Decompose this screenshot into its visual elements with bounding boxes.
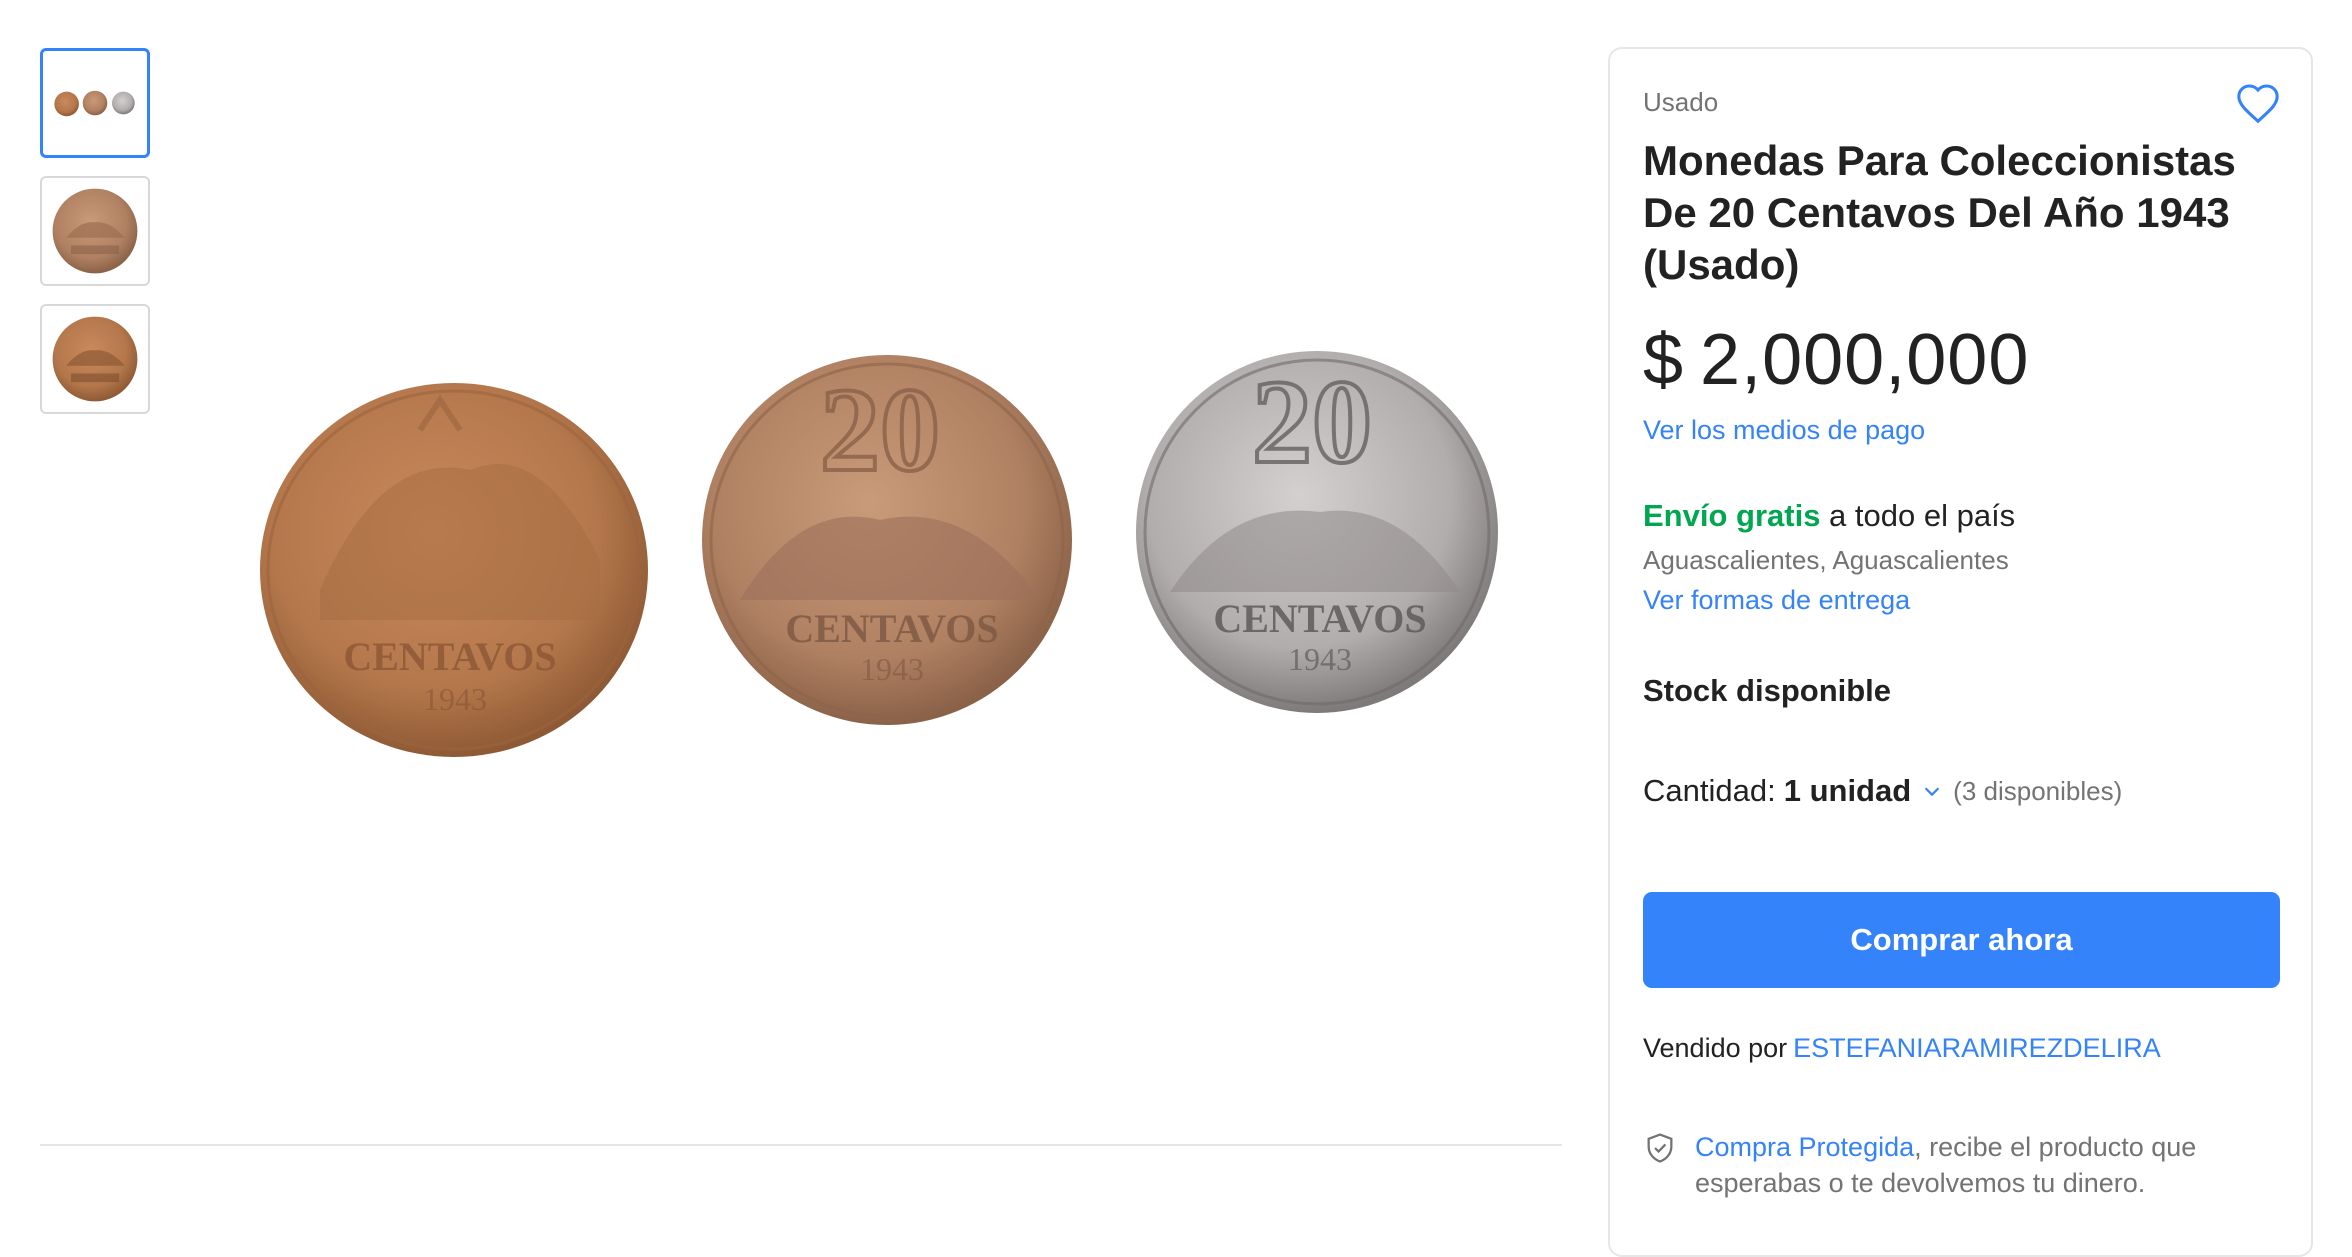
price-currency: $: [1643, 320, 1685, 400]
gallery-divider: [40, 1144, 1562, 1146]
buy-now-button[interactable]: Comprar ahora: [1643, 892, 2280, 988]
price-amount: 2,000,000: [1700, 320, 2030, 400]
coins-photo: CENTAVOS 1943 20 CENTAVOS 1943 20 CENTAV…: [260, 351, 1498, 757]
thumbnail-3[interactable]: [40, 304, 150, 414]
thumbnail-1[interactable]: [40, 48, 150, 158]
shipping-coverage: a todo el país: [1820, 498, 2016, 533]
available-count: (3 disponibles): [1953, 775, 2123, 806]
thumbnail-3-image: [52, 316, 138, 402]
seller-location: Aguascalientes, Aguascalientes: [1643, 545, 2009, 575]
quantity-value[interactable]: 1 unidad: [1784, 773, 1911, 809]
heart-icon[interactable]: [2235, 81, 2281, 127]
thumbnail-1-image: [54, 90, 135, 117]
quantity-selector[interactable]: Cantidad: 1 unidad (3 disponibles): [1643, 773, 2122, 809]
purchase-protection: Compra Protegida, recibe el producto que…: [1643, 1129, 2283, 1201]
condition-label: Usado: [1643, 87, 1719, 117]
coin-2-year: 1943: [860, 651, 924, 687]
coin-2-value: 20: [820, 363, 940, 496]
coin-2-label: CENTAVOS: [785, 606, 998, 651]
coin-2: 20 CENTAVOS 1943: [702, 355, 1072, 725]
chevron-down-icon[interactable]: [1921, 780, 1943, 802]
coin-3-label: CENTAVOS: [1213, 596, 1426, 641]
quantity-label: Cantidad:: [1643, 773, 1776, 808]
coin-1: CENTAVOS 1943: [260, 383, 648, 757]
free-shipping-label: Envío gratis: [1643, 498, 1821, 533]
shipping-info: Envío gratis a todo el país: [1643, 498, 2015, 534]
coin-3-value: 20: [1252, 355, 1372, 488]
delivery-options-link[interactable]: Ver formas de entrega: [1643, 585, 1910, 616]
protected-purchase-link[interactable]: Compra Protegida: [1695, 1132, 1914, 1162]
thumbnail-2-image: [52, 188, 138, 274]
protection-text: Compra Protegida, recibe el producto que…: [1695, 1129, 2283, 1201]
seller-info: Vendido por ESTEFANIARAMIREZDELIRA: [1643, 1033, 2161, 1064]
coin-1-year: 1943: [423, 681, 487, 717]
thumbnail-2[interactable]: [40, 176, 150, 286]
price: $2,000,000: [1643, 319, 2029, 401]
coin-3-year: 1943: [1288, 641, 1352, 677]
seller-name-link[interactable]: ESTEFANIARAMIREZDELIRA: [1793, 1033, 2161, 1063]
stock-label: Stock disponible: [1643, 673, 1892, 708]
buy-box: Usado Monedas Para Coleccionistas De 20 …: [1608, 47, 2313, 1257]
seller-prefix: Vendido por: [1643, 1033, 1788, 1063]
coin-3: 20 CENTAVOS 1943: [1136, 351, 1498, 713]
shield-check-icon: [1647, 1133, 1673, 1163]
product-title: Monedas Para Coleccionistas De 20 Centav…: [1643, 137, 2236, 288]
coin-1-label: CENTAVOS: [343, 634, 556, 679]
payment-methods-link[interactable]: Ver los medios de pago: [1643, 415, 1925, 446]
main-product-image[interactable]: CENTAVOS 1943 20 CENTAVOS 1943 20 CENTAV…: [180, 200, 1540, 920]
